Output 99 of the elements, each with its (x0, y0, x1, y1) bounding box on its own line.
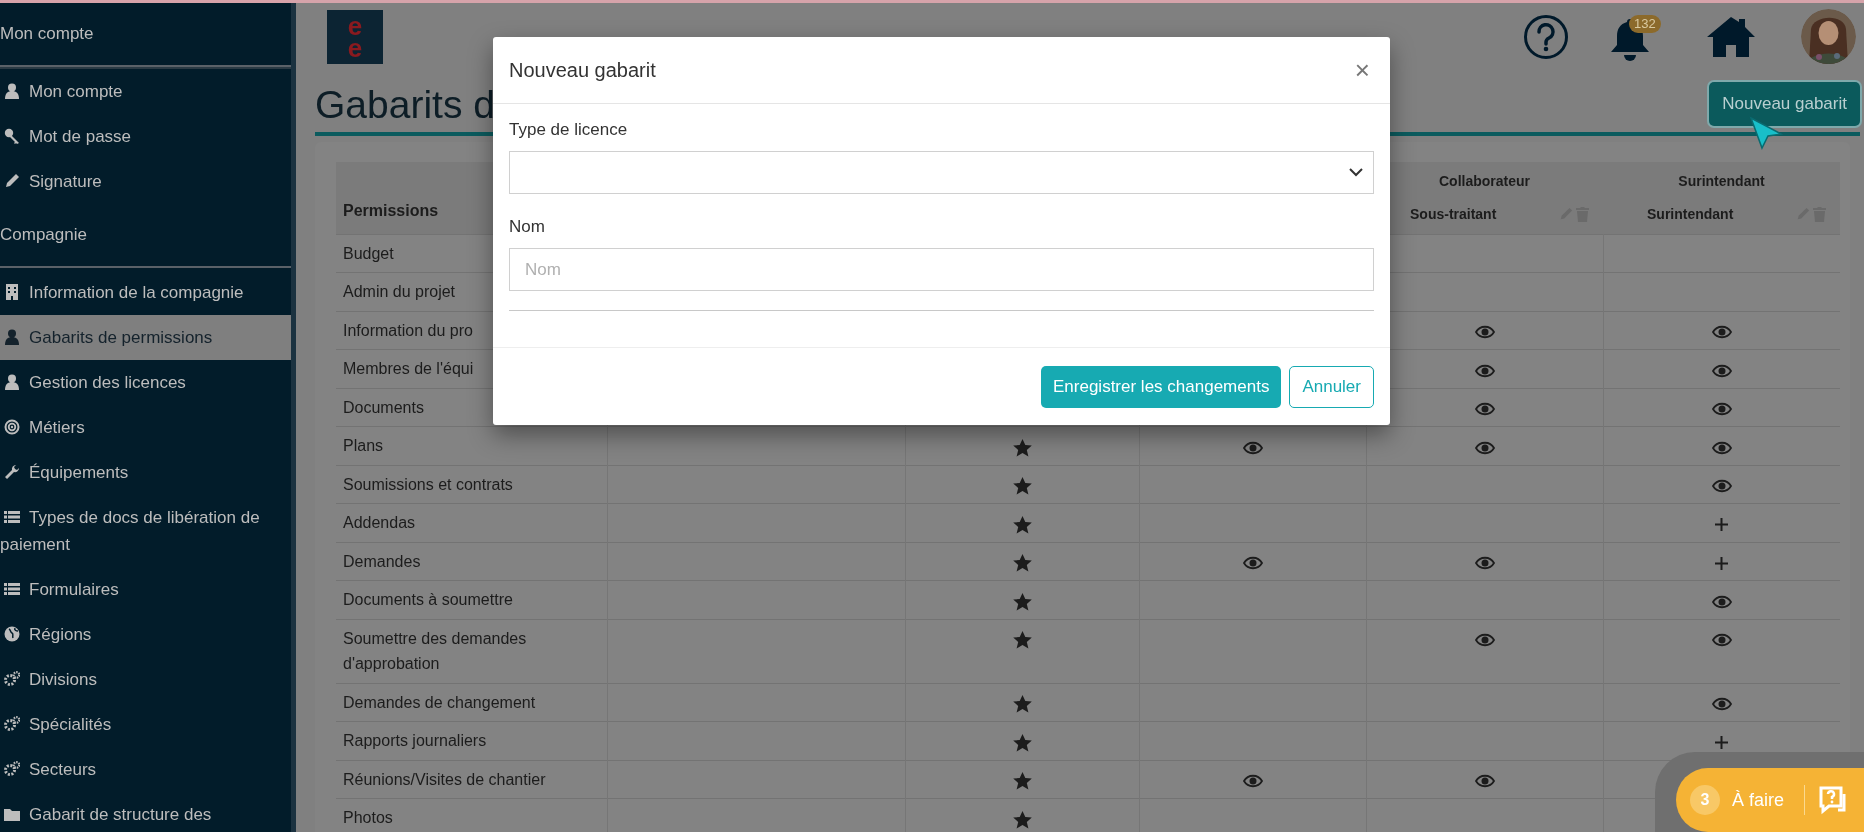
sidebar-item[interactable]: Gabarits de permissions (0, 315, 291, 360)
star-icon (1012, 554, 1032, 573)
sidebar-item[interactable]: Signature (0, 159, 291, 204)
eye-icon (1711, 325, 1732, 340)
sidebar-item[interactable]: Secteurs (0, 747, 291, 792)
home-icon[interactable] (1705, 14, 1757, 59)
eye-icon (1242, 556, 1263, 571)
permission-label: Plans (343, 437, 384, 454)
eye-icon (1474, 774, 1495, 789)
todo-label: À faire (1732, 788, 1785, 812)
sidebar-item[interactable]: Régions (0, 612, 291, 657)
star-icon (1012, 592, 1032, 611)
user-icon (4, 374, 20, 390)
star-icon (1012, 733, 1032, 752)
folder-icon (4, 806, 20, 822)
permission-label: Membres de l'équi (343, 360, 474, 377)
eye-icon (1711, 363, 1732, 378)
star-icon (1012, 631, 1032, 650)
sidebar-item[interactable]: Mon compte (0, 69, 291, 114)
text-field[interactable]: Nom (509, 248, 1374, 291)
user-icon (4, 83, 20, 99)
sidebar-item[interactable]: Spécialités (0, 702, 291, 747)
permission-label: Demandes de changement (343, 693, 536, 711)
column-subheader: Surintendant (1646, 204, 1734, 224)
sidebar-item[interactable]: Information de la compagnie (0, 270, 291, 315)
help-icon[interactable] (1523, 13, 1569, 60)
column-header: Surintendant (1677, 171, 1766, 191)
eye-icon (1711, 633, 1732, 648)
close-button[interactable]: × (1354, 57, 1374, 83)
section-header: Mon compte (0, 3, 291, 67)
sidebar-item[interactable]: Types de docs de libération de paiement (0, 495, 291, 567)
star-icon (1012, 477, 1032, 496)
chevron-down-icon (1349, 168, 1363, 177)
gears-icon (4, 716, 20, 732)
globe-icon (4, 626, 20, 642)
star-icon (1012, 438, 1032, 457)
column-header: Collaborateur (1438, 171, 1531, 191)
wrench-icon (4, 464, 20, 480)
star-icon (1012, 515, 1032, 534)
sidebar-item[interactable]: Gestion des licences (0, 360, 291, 405)
gears-icon (4, 761, 20, 777)
user-icon (4, 329, 20, 345)
permission-label: Réunions/Visites de chantier (343, 770, 546, 788)
column-subheader: Sous-traitant (1409, 204, 1497, 224)
star-icon (1012, 772, 1032, 791)
permission-label: Photos (343, 809, 393, 826)
field-label: Nom (509, 216, 546, 238)
logo: e e (327, 9, 383, 64)
permission-label: Information du pro (343, 321, 473, 339)
target-icon (4, 419, 20, 435)
eye-icon (1711, 402, 1732, 417)
permission-label: Admin du projet (343, 283, 456, 300)
count-badge: 3 (1690, 785, 1720, 815)
permission-label: Budget (343, 244, 394, 262)
list-icon (4, 581, 20, 597)
gears-icon (4, 671, 20, 687)
eye-icon (1711, 479, 1732, 494)
cursor-icon (1749, 116, 1783, 150)
eye-icon (1474, 440, 1495, 455)
sidebar-item[interactable]: Divisions (0, 657, 291, 702)
eye-icon (1474, 633, 1495, 648)
building-icon (4, 284, 20, 300)
key-icon (4, 128, 20, 144)
eye-icon (1711, 440, 1732, 455)
eye-icon (1474, 402, 1495, 417)
star-icon (1012, 810, 1032, 829)
section-header: Compagnie (0, 204, 291, 268)
eye-icon (1242, 440, 1263, 455)
permission-label: Soumissions et contrats (343, 475, 513, 493)
column-header: Permissions (343, 201, 439, 219)
permission-label: Demandes (343, 552, 421, 570)
permission-label: Rapports journaliers (343, 732, 487, 749)
permission-label: Documents (343, 398, 424, 416)
eye-icon (1474, 556, 1495, 571)
star-icon (1012, 695, 1032, 714)
sidebar-item[interactable]: Métiers (0, 405, 291, 450)
permission-label: Addendas (343, 514, 416, 531)
notification-badge: 132 (1629, 14, 1661, 33)
pencil-icon (4, 173, 20, 189)
sidebar-item[interactable]: Équipements (0, 450, 291, 495)
permission-label: Documents à soumettre (343, 591, 513, 608)
eye-icon (1711, 594, 1732, 609)
plus-icon (1715, 556, 1729, 570)
sidebar-item[interactable]: Formulaires (0, 567, 291, 612)
sidebar-item[interactable]: Mot de passe (0, 114, 291, 159)
list-icon (4, 509, 20, 525)
new-template-button[interactable]: Nouveau gabarit (1709, 82, 1860, 126)
eye-icon (1242, 774, 1263, 789)
page-title: Gabarits d (315, 82, 495, 128)
field-label: Type de licence (509, 119, 629, 141)
eye-icon (1474, 363, 1495, 378)
sidebar-item[interactable]: Gabarit de structure des (0, 792, 291, 832)
plus-icon (1715, 518, 1729, 532)
select-field[interactable] (509, 151, 1374, 194)
eye-icon (1474, 325, 1495, 340)
dialog-title: Nouveau gabarit (509, 58, 656, 83)
eye-icon (1711, 697, 1732, 712)
plus-icon (1715, 736, 1729, 750)
permission-label: Soumettre des demandes d'approbation (343, 629, 527, 672)
